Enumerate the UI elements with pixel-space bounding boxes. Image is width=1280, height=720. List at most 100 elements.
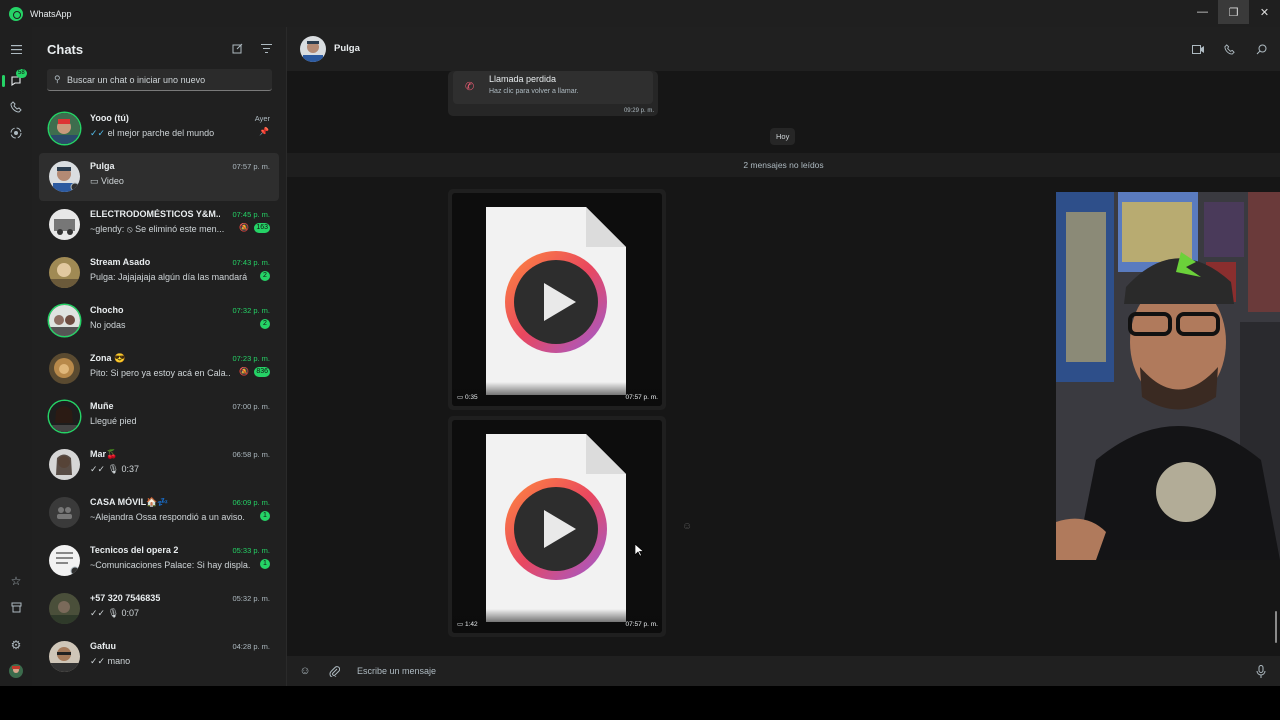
microphone-icon[interactable]	[1254, 664, 1268, 678]
chat-item-chocho[interactable]: Chocho 07:32 p. m. No jodas 2	[39, 297, 279, 345]
chat-item-phone-number[interactable]: +57 320 7546835 05:32 p. m. ✓✓ 🎙 0:07	[39, 585, 279, 633]
contact-avatar[interactable]	[300, 36, 326, 62]
video-icon: ▭	[90, 176, 99, 186]
chat-item-mune[interactable]: Muñe 07:00 p. m. Llegué pied	[39, 393, 279, 441]
attach-icon[interactable]	[327, 664, 341, 678]
chat-name: Mar🍒	[90, 449, 118, 459]
missed-call-bubble[interactable]: ✆ Llamada perdida Haz clic para volver a…	[448, 71, 658, 116]
chat-item-mar[interactable]: Mar🍒 06:58 p. m. ✓✓ 🎙 0:37	[39, 441, 279, 489]
calls-nav-icon[interactable]	[6, 97, 26, 117]
message-time: 09:29 p. m.	[623, 108, 654, 114]
chat-name: ELECTRODOMÉSTICOS Y&M...	[90, 209, 220, 219]
mouse-cursor-icon	[635, 544, 644, 557]
chat-preview: ~glendy: ⦸ Se eliminó este men...	[90, 224, 225, 234]
profile-avatar[interactable]	[6, 661, 26, 681]
chat-list: Yooo (tú) Ayer ✓✓ el mejor parche del mu…	[39, 105, 279, 681]
filter-icon[interactable]	[259, 41, 273, 55]
react-emoji-icon[interactable]: ☺	[682, 521, 692, 532]
close-button[interactable]: ✕	[1249, 0, 1280, 24]
message-composer: ☺	[287, 656, 1280, 686]
search-input[interactable]	[67, 74, 267, 85]
avatar	[49, 401, 80, 432]
chat-item-tecnicos-opera[interactable]: Tecnicos del opera 2 05:33 p. m. ~Comuni…	[39, 537, 279, 585]
voice-call-icon[interactable]	[1221, 41, 1237, 57]
active-indicator	[2, 75, 5, 87]
scrollbar-thumb[interactable]	[1275, 611, 1277, 643]
unread-badge: 1	[260, 511, 270, 521]
title-bar: WhatsApp — ❐ ✕	[0, 0, 1280, 27]
unread-badge: 163	[254, 223, 270, 233]
chat-item-pulga[interactable]: Pulga 07:57 p. m. ▭ Video	[39, 153, 279, 201]
chat-item-stream-asado[interactable]: Stream Asado 07:43 p. m. Pulga: Jajajaja…	[39, 249, 279, 297]
chat-name: Gafuu	[90, 641, 116, 651]
search-bar: ⚲	[47, 69, 272, 91]
whatsapp-window: WhatsApp — ❐ ✕ 58 ☆ ⚙ Chats ⚲ Buscar un …	[0, 0, 1280, 686]
missed-call-subtitle: Haz clic para volver a llamar.	[489, 88, 579, 95]
unread-badge: 836	[254, 367, 270, 377]
window-controls: — ❐ ✕	[1187, 0, 1280, 24]
chat-item-casa-movil[interactable]: CASA MÓVIL🏠💤 06:09 p. m. ~Alejandra Ossa…	[39, 489, 279, 537]
unread-badge: 1	[260, 559, 270, 569]
chat-time: 07:00 p. m.	[232, 402, 270, 411]
new-chat-icon[interactable]	[230, 41, 244, 55]
starred-messages-icon[interactable]: ☆	[6, 571, 26, 591]
missed-call-card[interactable]: ✆ Llamada perdida Haz clic para volver a…	[453, 71, 653, 104]
avatar	[49, 545, 80, 576]
avatar	[49, 305, 80, 336]
chats-heading: Chats	[47, 42, 84, 57]
settings-gear-icon[interactable]: ⚙	[6, 635, 26, 655]
message-time: 07:57 p. m.	[625, 621, 658, 628]
chat-preview: ✓✓ 🎙 0:37	[90, 464, 140, 474]
restore-button[interactable]: ❐	[1218, 0, 1249, 24]
chat-preview: Llegué pied	[90, 416, 137, 426]
missed-call-icon: ✆	[465, 81, 475, 93]
menu-icon[interactable]	[6, 39, 26, 59]
missed-call-title: Llamada perdida	[489, 74, 557, 84]
chat-name: Yooo (tú)	[90, 113, 129, 123]
chat-preview: ✓✓ 🎙 0:07	[90, 608, 140, 618]
message-time: 07:57 p. m.	[625, 394, 658, 401]
chat-name: Chocho	[90, 305, 124, 315]
chat-item-zona[interactable]: Zona 😎 07:23 p. m. Pito: Si pero ya esto…	[39, 345, 279, 393]
video-thumbnail[interactable]: ▭ 1:42 07:57 p. m.	[452, 420, 662, 633]
whatsapp-logo-icon	[9, 6, 23, 21]
minimize-button[interactable]: —	[1187, 0, 1218, 24]
search-icon: ⚲	[54, 74, 61, 84]
chat-time: 07:57 p. m.	[232, 162, 270, 171]
chat-time: Ayer	[254, 114, 270, 123]
status-nav-icon[interactable]	[6, 123, 26, 143]
chat-item-yooo[interactable]: Yooo (tú) Ayer ✓✓ el mejor parche del mu…	[39, 105, 279, 153]
conversation-header[interactable]: Pulga	[287, 27, 1280, 71]
chat-time: 07:32 p. m.	[232, 306, 270, 315]
video-thumbnail[interactable]: ▭ 0:35 07:57 p. m.	[452, 193, 662, 406]
chat-item-electrodomesticos[interactable]: ELECTRODOMÉSTICOS Y&M... 07:45 p. m. ~gl…	[39, 201, 279, 249]
read-ticks-icon: ✓✓	[90, 128, 106, 138]
chat-time: 07:43 p. m.	[232, 258, 270, 267]
chat-item-gafuu[interactable]: Gafuu 04:28 p. m. ✓✓ mano	[39, 633, 279, 681]
video-message[interactable]: ▭ 0:35 07:57 p. m.	[448, 189, 666, 410]
archived-chats-icon[interactable]	[6, 597, 26, 617]
chat-name: Muñe	[90, 401, 114, 411]
emoji-icon[interactable]: ☺	[298, 664, 312, 678]
video-call-icon[interactable]	[1190, 41, 1206, 57]
chat-time: 04:28 p. m.	[232, 642, 270, 651]
video-duration: ▭ 1:42	[457, 621, 478, 628]
avatar	[49, 641, 80, 672]
video-file-icon	[486, 207, 626, 395]
chat-name: +57 320 7546835	[90, 593, 161, 603]
chat-time: 06:09 p. m.	[232, 498, 270, 507]
avatar	[49, 209, 80, 240]
video-message[interactable]: ▭ 1:42 07:57 p. m.	[448, 416, 666, 637]
avatar	[49, 113, 80, 144]
chat-preview: ~Comunicaciones Palace: Si hay displa...	[90, 560, 250, 570]
nav-rail: 58 ☆ ⚙	[0, 27, 32, 686]
message-input[interactable]	[357, 664, 1237, 678]
avatar	[49, 449, 80, 480]
muted-icon: 🔕	[239, 223, 249, 232]
search-in-chat-icon[interactable]	[1253, 41, 1269, 57]
chat-name: Stream Asado	[90, 257, 151, 267]
avatar	[49, 257, 80, 288]
video-duration: ▭ 0:35	[457, 394, 478, 401]
video-file-icon	[486, 434, 626, 622]
chat-time: 06:58 p. m.	[232, 450, 270, 459]
